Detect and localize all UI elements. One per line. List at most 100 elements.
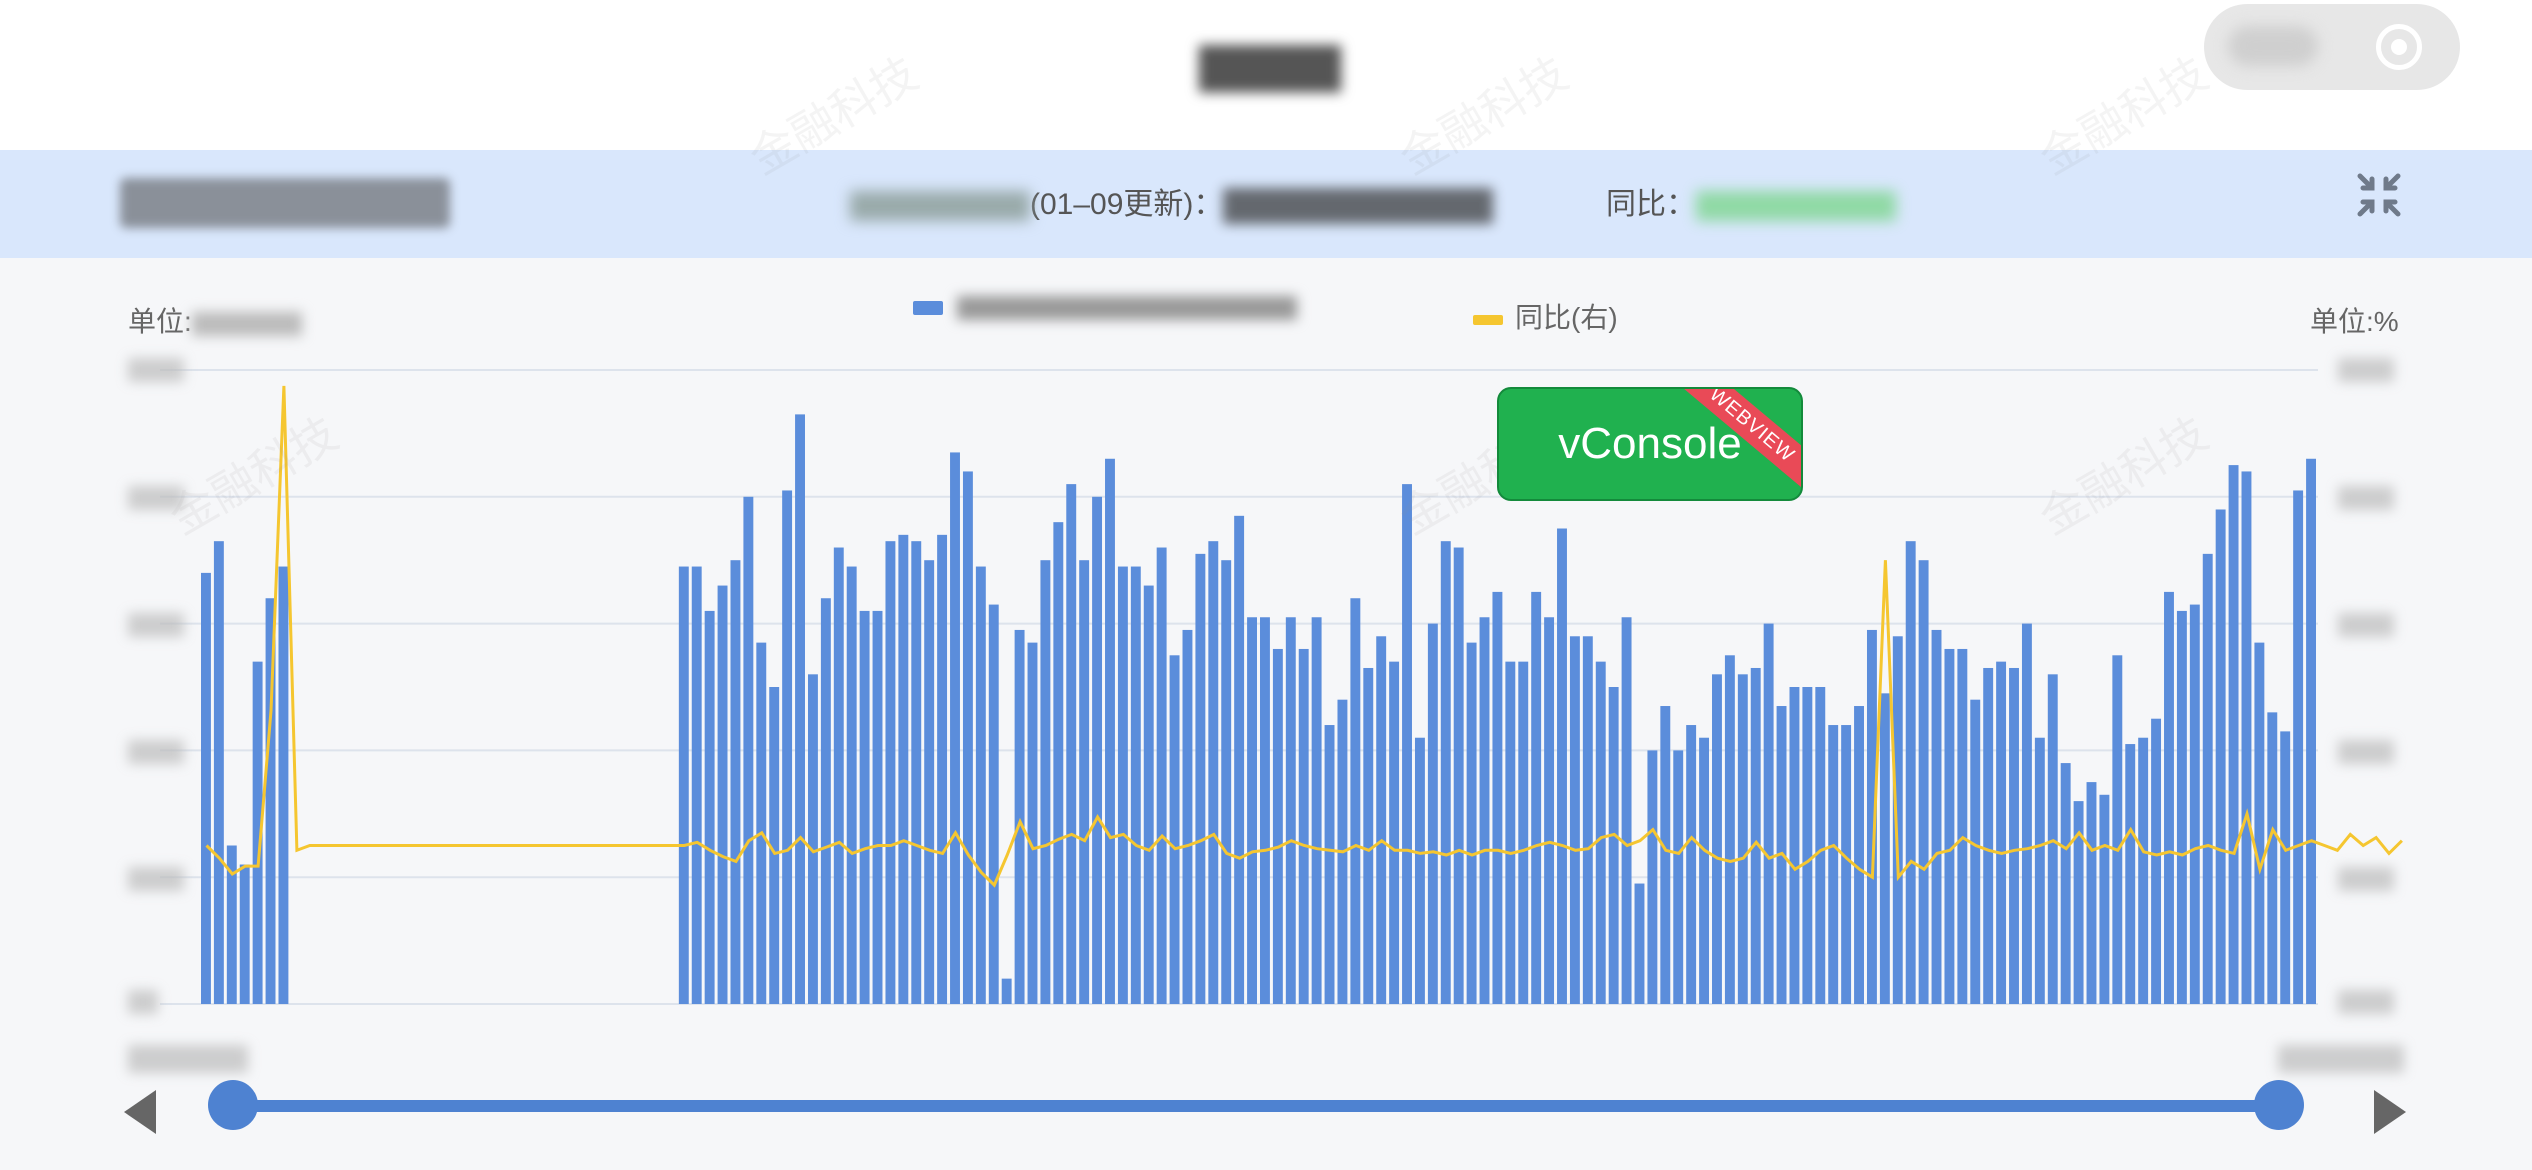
bar[interactable] bbox=[1737, 674, 1748, 1004]
bar[interactable] bbox=[1879, 693, 1890, 1004]
bar[interactable] bbox=[1789, 687, 1800, 1004]
bar[interactable] bbox=[988, 604, 999, 1004]
target-icon[interactable] bbox=[2376, 24, 2422, 70]
bar[interactable] bbox=[2254, 642, 2265, 1004]
bar[interactable] bbox=[859, 610, 870, 1004]
bar[interactable] bbox=[1453, 547, 1464, 1004]
bar[interactable] bbox=[950, 452, 960, 1004]
bar[interactable] bbox=[1247, 617, 1257, 1004]
bar[interactable] bbox=[975, 566, 986, 1004]
bar[interactable] bbox=[704, 610, 715, 1004]
bar[interactable] bbox=[2099, 794, 2110, 1004]
bar[interactable] bbox=[962, 471, 973, 1004]
bar[interactable] bbox=[1001, 978, 1012, 1004]
bar[interactable] bbox=[1402, 484, 1412, 1004]
bar[interactable] bbox=[846, 566, 857, 1004]
bar[interactable] bbox=[1234, 515, 1245, 1004]
bar[interactable] bbox=[1466, 642, 1477, 1004]
mini-program-capsule[interactable] bbox=[2204, 4, 2460, 90]
bar[interactable] bbox=[1634, 883, 1645, 1004]
bar[interactable] bbox=[1105, 458, 1115, 1004]
bar[interactable] bbox=[1841, 725, 1852, 1004]
bar[interactable] bbox=[1066, 484, 1077, 1004]
bar[interactable] bbox=[1169, 655, 1180, 1004]
bar[interactable] bbox=[1608, 687, 1619, 1004]
bar[interactable] bbox=[1569, 636, 1580, 1004]
bar[interactable] bbox=[2034, 737, 2045, 1004]
bar[interactable] bbox=[1983, 667, 1994, 1004]
bar[interactable] bbox=[2125, 744, 2136, 1004]
legend-yoy-series[interactable]: 同比(右) bbox=[1473, 296, 1618, 333]
bar[interactable] bbox=[2241, 471, 2252, 1004]
bar[interactable] bbox=[2164, 591, 2174, 1004]
bar[interactable] bbox=[1970, 699, 1981, 1004]
bar[interactable] bbox=[1802, 687, 1813, 1004]
collapse-icon[interactable] bbox=[2356, 172, 2402, 218]
bar[interactable] bbox=[1957, 648, 1968, 1004]
bar[interactable] bbox=[872, 610, 883, 1004]
bar[interactable] bbox=[1931, 629, 1942, 1004]
bar[interactable] bbox=[1828, 725, 1839, 1004]
bar[interactable] bbox=[1130, 566, 1141, 1004]
bar[interactable] bbox=[2151, 718, 2162, 1004]
bar[interactable] bbox=[1647, 750, 1658, 1004]
bar[interactable] bbox=[1944, 648, 1955, 1004]
bar[interactable] bbox=[807, 674, 818, 1004]
bar[interactable] bbox=[213, 541, 224, 1004]
bar[interactable] bbox=[1724, 655, 1735, 1004]
scroll-right-icon[interactable] bbox=[2374, 1090, 2406, 1134]
bar[interactable] bbox=[1440, 541, 1451, 1004]
bar[interactable] bbox=[2086, 782, 2097, 1004]
bar[interactable] bbox=[1079, 560, 1090, 1004]
bar[interactable] bbox=[1996, 661, 2007, 1004]
legend-bar-series[interactable] bbox=[913, 296, 1297, 330]
bar[interactable] bbox=[743, 496, 754, 1004]
bar[interactable] bbox=[1673, 750, 1684, 1004]
bar[interactable] bbox=[756, 642, 767, 1004]
bar[interactable] bbox=[239, 864, 250, 1004]
bar[interactable] bbox=[1208, 541, 1219, 1004]
bar[interactable] bbox=[1595, 661, 1606, 1004]
bar[interactable] bbox=[937, 534, 948, 1004]
bar[interactable] bbox=[730, 560, 741, 1004]
bar[interactable] bbox=[1918, 560, 1929, 1004]
bar[interactable] bbox=[1557, 528, 1567, 1005]
bar[interactable] bbox=[820, 598, 831, 1004]
bar[interactable] bbox=[833, 547, 844, 1004]
bar[interactable] bbox=[2306, 458, 2316, 1004]
bar[interactable] bbox=[2215, 509, 2226, 1004]
bar[interactable] bbox=[911, 541, 922, 1004]
bar[interactable] bbox=[2293, 490, 2304, 1005]
bar[interactable] bbox=[201, 572, 211, 1004]
bar[interactable] bbox=[1117, 566, 1128, 1004]
bar[interactable] bbox=[1699, 737, 1710, 1004]
bar[interactable] bbox=[924, 560, 935, 1004]
bar[interactable] bbox=[1712, 674, 1722, 1004]
bar[interactable] bbox=[1195, 553, 1206, 1004]
bar[interactable] bbox=[2009, 667, 2019, 1004]
bar[interactable] bbox=[1854, 706, 1864, 1004]
bar[interactable] bbox=[1544, 617, 1555, 1004]
bar[interactable] bbox=[1492, 591, 1503, 1004]
bar[interactable] bbox=[2047, 674, 2058, 1004]
bar[interactable] bbox=[1905, 541, 1916, 1004]
bar[interactable] bbox=[1040, 560, 1051, 1004]
range-slider-track[interactable] bbox=[233, 1100, 2279, 1112]
vconsole-button[interactable]: vConsole WEBVIEW bbox=[1497, 387, 1803, 501]
bar[interactable] bbox=[1350, 598, 1361, 1004]
bar[interactable] bbox=[1763, 623, 1774, 1004]
bar[interactable] bbox=[1376, 636, 1387, 1004]
bar[interactable] bbox=[678, 566, 689, 1004]
bar[interactable] bbox=[1298, 648, 1309, 1004]
bar[interactable] bbox=[1143, 585, 1154, 1004]
bar[interactable] bbox=[2202, 553, 2213, 1004]
bar[interactable] bbox=[2138, 737, 2149, 1004]
bar[interactable] bbox=[691, 566, 702, 1004]
bar[interactable] bbox=[795, 414, 805, 1004]
bar[interactable] bbox=[1427, 623, 1438, 1004]
bar[interactable] bbox=[2112, 655, 2123, 1004]
bar[interactable] bbox=[2228, 465, 2239, 1005]
bar[interactable] bbox=[1505, 661, 1516, 1004]
bar[interactable] bbox=[1750, 667, 1761, 1004]
bar[interactable] bbox=[1363, 667, 1374, 1004]
